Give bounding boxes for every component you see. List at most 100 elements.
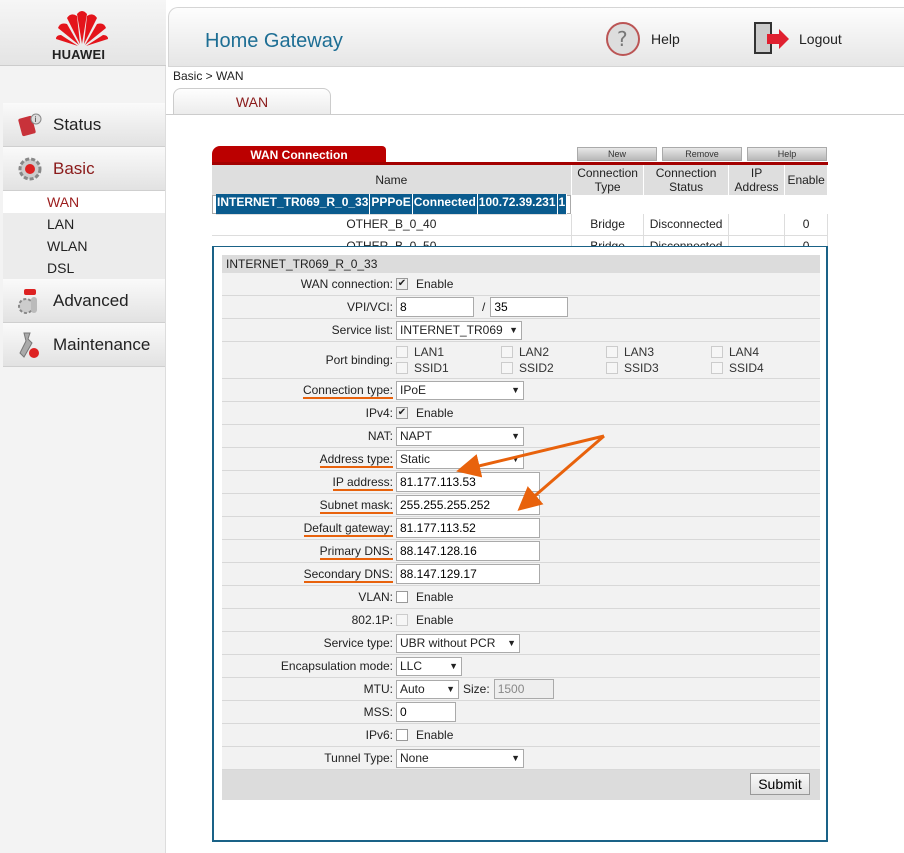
- address-type-select[interactable]: Static ▼: [396, 449, 524, 469]
- cell-status: Connected: [412, 194, 478, 215]
- port-lan4[interactable]: LAN4: [711, 345, 816, 359]
- wan-connection-checkbox[interactable]: ✔: [396, 278, 408, 290]
- port-label: SSID2: [519, 361, 554, 375]
- help-link[interactable]: ? Help: [605, 21, 680, 57]
- ip-address-input[interactable]: [396, 472, 540, 492]
- port-lan1[interactable]: LAN1: [396, 345, 501, 359]
- new-button[interactable]: New: [577, 147, 657, 161]
- table-row[interactable]: INTERNET_TR069_R_0_33 PPPoE Connected 10…: [212, 194, 572, 215]
- label: Address type:: [319, 452, 393, 468]
- service-list-select[interactable]: INTERNET_TR069 ▼: [396, 320, 522, 340]
- port-checkbox[interactable]: [606, 362, 618, 374]
- help-icon: ?: [606, 22, 640, 56]
- column-header: Name: [212, 165, 572, 195]
- select-value: None: [400, 751, 429, 765]
- row-mtu: MTU: Auto ▼ Size:: [222, 678, 820, 701]
- primary-dns-input[interactable]: [396, 541, 540, 561]
- ipv6-checkbox[interactable]: [396, 729, 408, 741]
- logout-link[interactable]: Logout: [753, 21, 842, 57]
- vci-input[interactable]: [490, 297, 569, 317]
- vpi-input[interactable]: [396, 297, 474, 317]
- port-checkbox[interactable]: [711, 346, 723, 358]
- ipv4-checkbox[interactable]: ✔: [396, 407, 408, 419]
- mtu-select[interactable]: Auto ▼: [396, 679, 459, 699]
- svg-text:i: i: [35, 115, 37, 124]
- sidebar-item-advanced[interactable]: Advanced: [3, 279, 165, 323]
- port-ssid4[interactable]: SSID4: [711, 361, 816, 375]
- checkbox-label: Enable: [416, 406, 454, 420]
- port-checkbox[interactable]: [396, 362, 408, 374]
- sidebar-label: Maintenance: [53, 334, 151, 354]
- row-ipv4: IPv4: ✔ Enable: [222, 402, 820, 425]
- port-checkbox[interactable]: [606, 346, 618, 358]
- app-title: Home Gateway: [205, 30, 343, 52]
- port-checkbox[interactable]: [711, 362, 723, 374]
- submit-button[interactable]: Submit: [750, 773, 810, 795]
- brand-logo: HUAWEI: [0, 0, 166, 66]
- sidebar-subitem-lan[interactable]: LAN: [3, 213, 165, 235]
- port-label: LAN3: [624, 345, 655, 359]
- vlan-checkbox[interactable]: [396, 591, 408, 603]
- table-row[interactable]: OTHER_B_0_40 Bridge Disconnected 0: [212, 214, 828, 236]
- nat-select[interactable]: NAPT ▼: [396, 426, 524, 446]
- row-nat: NAT: NAPT ▼: [222, 425, 820, 448]
- sidebar-label: Basic: [53, 158, 95, 178]
- form-footer: Submit: [222, 770, 820, 800]
- tab-divider: [166, 114, 904, 115]
- wan-connection-header: WAN Connection New Remove Help: [212, 146, 828, 165]
- select-value: NAPT: [400, 429, 433, 443]
- sidebar-item-basic[interactable]: Basic: [3, 147, 165, 191]
- tunnel-type-select[interactable]: None ▼: [396, 748, 524, 768]
- gear-icon: [15, 154, 45, 184]
- port-lan3[interactable]: LAN3: [606, 345, 711, 359]
- tab-wan[interactable]: WAN: [173, 88, 331, 114]
- default-gateway-input[interactable]: [396, 518, 540, 538]
- chevron-down-icon: ▼: [446, 684, 455, 694]
- sidebar-submenu-basic: WAN LAN WLAN DSL: [3, 191, 165, 279]
- table-help-button[interactable]: Help: [747, 147, 827, 161]
- port-checkbox[interactable]: [501, 346, 513, 358]
- connection-type-select[interactable]: IPoE ▼: [396, 380, 524, 400]
- cell-type: PPPoE: [370, 194, 413, 215]
- sidebar-subitem-dsl[interactable]: DSL: [3, 257, 165, 279]
- wan-settings-panel: INTERNET_TR069_R_0_33 WAN connection: ✔ E…: [212, 246, 828, 842]
- logout-label: Logout: [799, 31, 842, 47]
- label: IP address:: [332, 475, 393, 491]
- port-ssid2[interactable]: SSID2: [501, 361, 606, 375]
- row-service-list: Service list: INTERNET_TR069 ▼: [222, 319, 820, 342]
- label: Primary DNS:: [319, 544, 393, 560]
- 8021p-checkbox[interactable]: [396, 614, 408, 626]
- port-ssid1[interactable]: SSID1: [396, 361, 501, 375]
- label: Secondary DNS:: [303, 567, 393, 583]
- mss-input[interactable]: [396, 702, 456, 722]
- chevron-down-icon: ▼: [449, 661, 458, 671]
- subnet-mask-input[interactable]: [396, 495, 540, 515]
- column-header: Connection Type: [571, 165, 645, 195]
- label: Default gateway:: [303, 521, 393, 537]
- port-checkbox[interactable]: [396, 346, 408, 358]
- wan-connection-table: Name Connection Type Connection Status I…: [212, 165, 828, 257]
- secondary-dns-input[interactable]: [396, 564, 540, 584]
- label: Subnet mask:: [319, 498, 393, 514]
- row-mss: MSS:: [222, 701, 820, 724]
- wan-settings-form: INTERNET_TR069_R_0_33 WAN connection: ✔ E…: [222, 255, 820, 800]
- service-type-select[interactable]: UBR without PCR ▼: [396, 633, 520, 653]
- huawei-logo-icon: [56, 11, 108, 46]
- mtu-size-input[interactable]: [493, 679, 554, 699]
- checkbox-label: Enable: [416, 277, 454, 291]
- cell-name: INTERNET_TR069_R_0_33: [216, 194, 371, 215]
- sidebar-subitem-wlan[interactable]: WLAN: [3, 235, 165, 257]
- label: IPv6:: [365, 728, 393, 742]
- remove-button[interactable]: Remove: [662, 147, 742, 161]
- port-binding-grid: LAN1 LAN2 LAN3 LAN4 SSID1 SSID2 SSID3 SS…: [396, 342, 816, 378]
- label: Connection type:: [302, 383, 393, 399]
- header-bar: Home Gateway ? Help Logout: [168, 7, 904, 67]
- sidebar-item-maintenance[interactable]: Maintenance: [3, 323, 165, 367]
- port-lan2[interactable]: LAN2: [501, 345, 606, 359]
- sidebar-item-status[interactable]: i Status: [3, 103, 165, 147]
- label: MSS:: [363, 705, 393, 719]
- encapsulation-select[interactable]: LLC ▼: [396, 656, 462, 676]
- sidebar-subitem-wan[interactable]: WAN: [3, 191, 165, 213]
- port-checkbox[interactable]: [501, 362, 513, 374]
- port-ssid3[interactable]: SSID3: [606, 361, 711, 375]
